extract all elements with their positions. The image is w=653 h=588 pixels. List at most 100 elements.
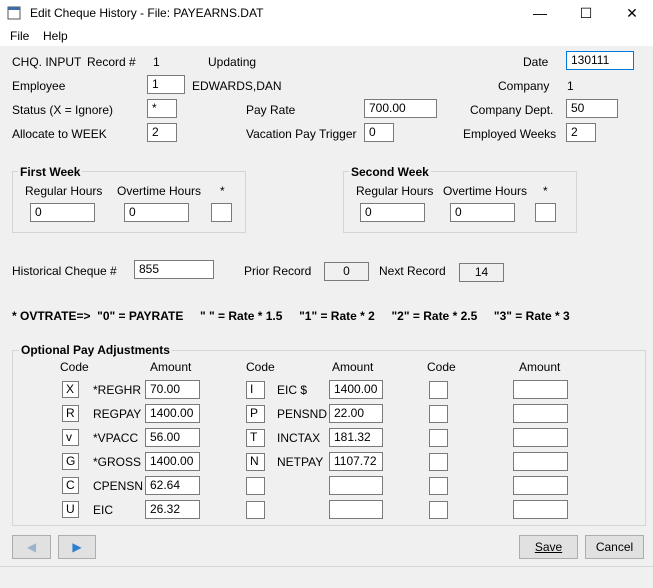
minimize-button[interactable]: — [517,0,563,27]
menu-help[interactable]: Help [43,29,68,43]
adj-col3-amount[interactable] [513,404,568,423]
pay-adjustments-title: Optional Pay Adjustments [19,343,172,357]
adj-col2-amount[interactable] [329,500,383,519]
ovtrate-note: * OVTRATE=> "0" = PAYRATE " " = Rate * 1… [12,309,570,323]
cancel-button[interactable]: Cancel [585,535,644,559]
save-label: Save [534,540,563,554]
employee-field[interactable]: 1 [147,75,185,94]
second-week-star-field[interactable] [535,203,556,222]
title-bar: Edit Cheque History - File: PAYEARNS.DAT… [0,0,653,27]
employee-label: Employee [12,79,66,93]
status-field[interactable]: * [147,99,177,118]
historical-cheque-field[interactable]: 855 [134,260,214,279]
company-value: 1 [567,79,574,93]
adj-col1-name: *GROSS [93,455,142,469]
maximize-button[interactable]: ☐ [563,0,609,27]
status-bar [0,566,653,588]
second-week-regular-field[interactable]: 0 [360,203,425,222]
save-button[interactable]: Save [519,535,578,559]
adj-col1-amount[interactable]: 26.32 [145,500,200,519]
adj-col2-amount[interactable]: 181.32 [329,428,383,447]
prior-record-label: Prior Record [244,264,312,278]
app-icon [7,6,21,20]
adj-col3-code[interactable] [429,381,448,399]
first-week-overtime-field[interactable]: 0 [124,203,189,222]
next-record-button[interactable]: ▶ [58,535,96,559]
adj-col2-amount[interactable]: 22.00 [329,404,383,423]
adj-col2-code[interactable] [246,477,265,495]
first-week-regular-label: Regular Hours [25,184,103,198]
adj-col3-amount[interactable] [513,500,568,519]
first-week-regular-field[interactable]: 0 [30,203,95,222]
adj-col3-code[interactable] [429,501,448,519]
cancel-label: Cancel [595,540,634,554]
chq-input-label: CHQ. INPUT [12,55,82,69]
next-arrow-icon: ▶ [72,540,82,554]
close-icon: ✕ [626,5,638,21]
adj-col3-code[interactable] [429,429,448,447]
next-record-label: Next Record [379,264,446,278]
allocate-week-field[interactable]: 2 [147,123,177,142]
adj-col2-name: INCTAX [277,431,321,445]
first-week-group [12,171,246,233]
first-week-title: First Week [18,165,83,179]
adj-col2-code[interactable] [246,501,265,519]
adj-col1-name: EIC [93,503,114,517]
second-week-overtime-field[interactable]: 0 [450,203,515,222]
company-label: Company [498,79,550,93]
adj-col1-code[interactable]: R [62,405,79,422]
adj-col1-code[interactable]: U [62,501,79,518]
pay-rate-field[interactable]: 700.00 [364,99,437,118]
window-title: Edit Cheque History - File: PAYEARNS.DAT [30,6,264,20]
adj-col1-amount[interactable]: 62.64 [145,476,200,495]
close-button[interactable]: ✕ [609,0,653,27]
adj-col2-amount[interactable] [329,476,383,495]
adj-col1-name: *VPACC [93,431,139,445]
adj-col3-amount[interactable] [513,380,568,399]
record-value: 1 [153,55,160,69]
adj-col2-code[interactable]: I [246,381,265,399]
adj-col1-amount[interactable]: 56.00 [145,428,200,447]
adj-col2-code[interactable]: T [246,429,265,447]
prior-record-value: 0 [324,262,369,281]
adj-col1-amount[interactable]: 1400.00 [145,452,200,471]
adj-col3-amount[interactable] [513,428,568,447]
col2-amount-header: Amount [332,360,374,374]
company-dept-label: Company Dept. [470,103,554,117]
first-week-star-label: * [220,184,225,198]
adj-col2-name: PENSND [277,407,328,421]
adj-col2-amount[interactable]: 1107.72 [329,452,383,471]
employed-weeks-field[interactable]: 2 [566,123,596,142]
adj-col3-code[interactable] [429,477,448,495]
next-record-value: 14 [459,263,504,282]
adj-col1-code[interactable]: X [62,381,79,398]
adj-col3-code[interactable] [429,405,448,423]
date-field[interactable]: 130111 [566,51,634,70]
adj-col1-code[interactable]: v [62,429,79,446]
company-dept-field[interactable]: 50 [566,99,618,118]
adj-col2-code[interactable]: P [246,405,265,423]
allocate-week-label: Allocate to WEEK [12,127,107,141]
menu-file[interactable]: File [10,29,29,43]
adj-col3-amount[interactable] [513,476,568,495]
adj-col1-amount[interactable]: 1400.00 [145,404,200,423]
adj-col3-amount[interactable] [513,452,568,471]
prev-arrow-icon: ◀ [26,540,37,554]
employee-name: EDWARDS,DAN [192,79,282,93]
adj-col1-code[interactable]: C [62,477,79,494]
mode-status: Updating [208,55,257,69]
first-week-star-field[interactable] [211,203,232,222]
second-week-title: Second Week [349,165,431,179]
second-week-overtime-label: Overtime Hours [443,184,528,198]
vacation-trigger-field[interactable]: 0 [364,123,394,142]
vacation-trigger-label: Vacation Pay Trigger [246,127,357,141]
adj-col3-code[interactable] [429,453,448,471]
adj-col2-amount[interactable]: 1400.00 [329,380,383,399]
prev-record-button[interactable]: ◀ [12,535,51,559]
adj-col1-name: REGPAY [93,407,142,421]
adj-col1-code[interactable]: G [62,453,79,470]
adj-col2-code[interactable]: N [246,453,265,471]
adj-col1-amount[interactable]: 70.00 [145,380,200,399]
adj-col1-name: *REGHR [93,383,142,397]
form-area: CHQ. INPUT Record # 1 Updating Date 1301… [0,46,653,566]
